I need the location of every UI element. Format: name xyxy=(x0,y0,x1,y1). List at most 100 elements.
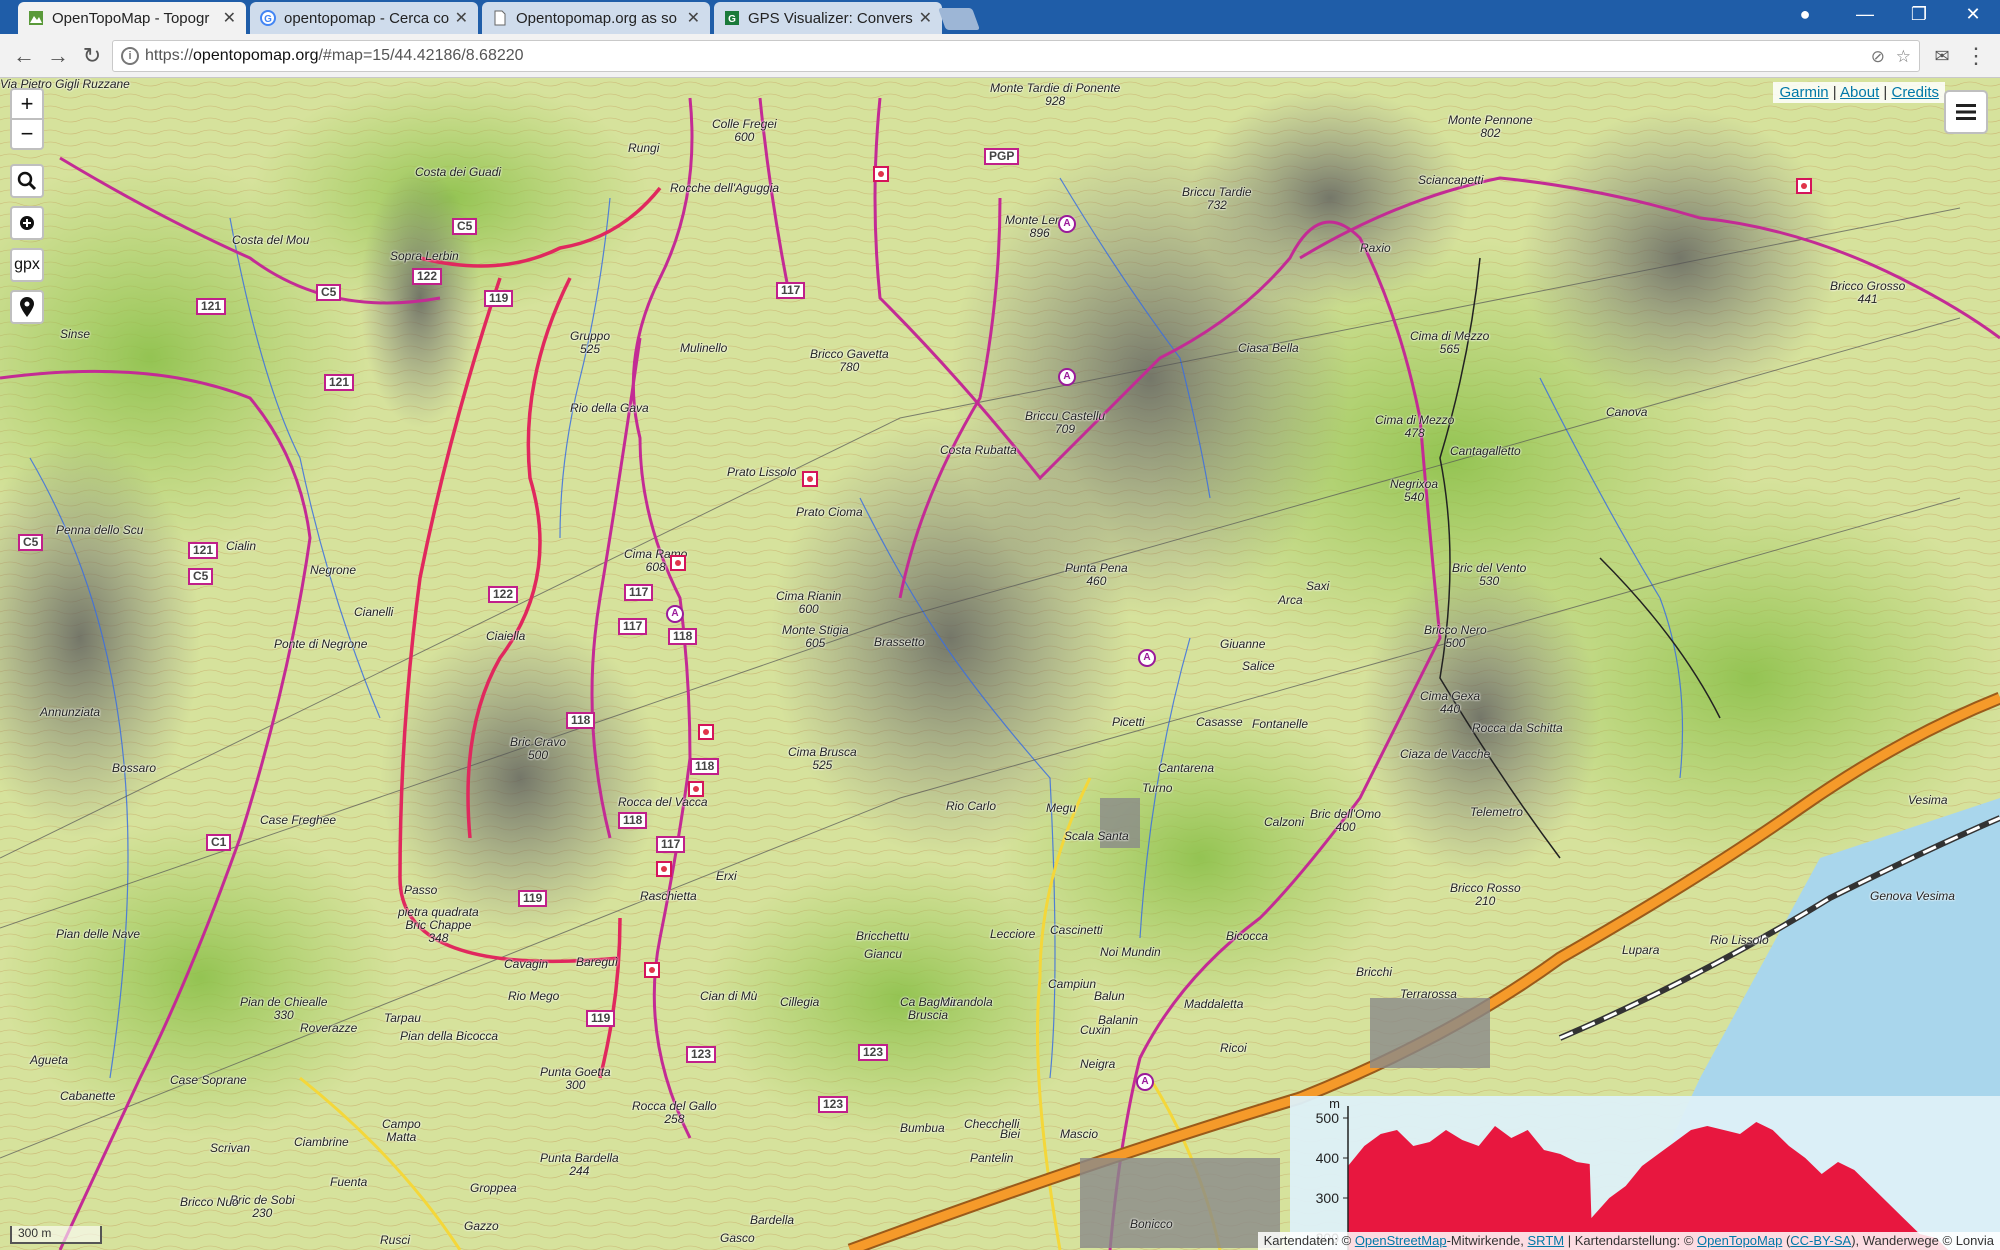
place-label: Scala Santa xyxy=(1064,829,1129,843)
place-label: Bonicco xyxy=(1130,1217,1173,1231)
route-badge[interactable]: C5 xyxy=(452,218,478,235)
svg-text:G: G xyxy=(728,14,736,25)
route-badge[interactable]: 123 xyxy=(686,1046,717,1063)
route-badge[interactable]: PGP xyxy=(984,148,1020,165)
place-label: Sopra Lerbin xyxy=(390,249,459,263)
poi-alpine-hut-marker[interactable]: A xyxy=(1136,1073,1154,1091)
place-label: Pian della Bicocca xyxy=(400,1029,499,1043)
route-badge[interactable]: 118 xyxy=(566,712,596,729)
gpx-button[interactable]: gpx xyxy=(10,248,44,282)
place-label: Prato Cioma xyxy=(796,505,863,519)
zoom-in-button[interactable]: + xyxy=(10,88,44,120)
poi-point-marker[interactable] xyxy=(644,962,660,978)
route-badge[interactable]: 118 xyxy=(690,758,720,775)
profile-icon[interactable]: ● xyxy=(1782,4,1828,25)
route-badge[interactable]: 119 xyxy=(518,890,548,907)
star-icon[interactable]: ☆ xyxy=(1896,47,1911,67)
poi-point-marker[interactable] xyxy=(688,781,704,797)
poi-point-marker[interactable] xyxy=(1796,178,1812,194)
marker-button[interactable] xyxy=(10,290,44,324)
close-icon[interactable]: ✕ xyxy=(687,8,700,28)
route-badge[interactable]: 119 xyxy=(484,290,514,307)
route-badge[interactable]: 117 xyxy=(656,836,686,853)
poi-alpine-hut-marker[interactable]: A xyxy=(1058,215,1076,233)
map-canvas[interactable]: Monte Tardie di Ponente 928 Colle Fregei … xyxy=(0,78,2000,1250)
y-tick-label: 400 xyxy=(1316,1150,1340,1166)
garmin-link[interactable]: Garmin xyxy=(1779,84,1828,101)
route-badge[interactable]: 118 xyxy=(668,628,698,645)
gpsvisualizer-favicon-icon: G xyxy=(725,11,739,25)
elevation-profile-panel[interactable]: 200300400500024681012141618mkm xyxy=(1290,1096,2000,1250)
new-tab-button[interactable] xyxy=(937,8,981,30)
route-badge[interactable]: 117 xyxy=(618,618,648,635)
close-window-icon[interactable]: ✕ xyxy=(1950,4,1996,25)
poi-alpine-hut-marker[interactable]: A xyxy=(666,605,684,623)
place-label: Cian di Mù xyxy=(700,989,758,1003)
place-label: Cantarena xyxy=(1158,761,1215,775)
place-label: Briccu Castellu 709 xyxy=(1025,409,1106,436)
close-icon[interactable]: ✕ xyxy=(455,8,468,28)
route-badge[interactable]: 117 xyxy=(776,282,806,299)
route-badge[interactable]: 121 xyxy=(196,298,227,315)
srtm-link[interactable]: SRTM xyxy=(1528,1233,1565,1248)
place-label: Bric dell'Omo 400 xyxy=(1310,807,1381,834)
opentopomap-link[interactable]: OpenTopoMap xyxy=(1697,1233,1782,1248)
place-label: Mulinello xyxy=(680,341,728,355)
poi-point-marker[interactable] xyxy=(670,555,686,571)
place-label: Colle Fregei 600 xyxy=(712,117,777,144)
mail-extension-icon[interactable]: ✉ xyxy=(1928,42,1956,70)
forward-arrow-icon[interactable]: → xyxy=(44,42,72,70)
place-label: Penna dello Scu xyxy=(56,523,144,537)
openstreetmap-link[interactable]: OpenStreetMap xyxy=(1355,1233,1447,1248)
tab-opentopomap-source[interactable]: Opentopomap.org as so ✕ xyxy=(482,2,710,34)
route-badge[interactable]: 118 xyxy=(618,812,648,829)
search-button[interactable] xyxy=(10,164,44,198)
license-link[interactable]: CC-BY-SA xyxy=(1790,1233,1851,1248)
poi-alpine-hut-marker[interactable]: A xyxy=(1138,649,1156,667)
layers-menu-button[interactable] xyxy=(1944,90,1988,134)
route-badge[interactable]: 121 xyxy=(324,374,355,391)
location-blocked-icon[interactable]: ⊘ xyxy=(1871,47,1885,67)
place-label: Biei xyxy=(1000,1127,1021,1141)
place-label: Agueta xyxy=(30,1053,69,1067)
place-label: Bareguì xyxy=(576,955,619,969)
close-icon[interactable]: ✕ xyxy=(223,8,236,28)
route-badge[interactable]: 122 xyxy=(412,268,443,285)
poi-point-marker[interactable] xyxy=(656,861,672,877)
route-badge[interactable]: C5 xyxy=(18,534,44,551)
route-badge[interactable]: 119 xyxy=(586,1010,616,1027)
tab-gps-visualizer[interactable]: G GPS Visualizer: Conversio ✕ xyxy=(714,2,942,34)
poi-point-marker[interactable] xyxy=(873,166,889,182)
route-badge[interactable]: C5 xyxy=(188,568,214,585)
route-badge[interactable]: 117 xyxy=(624,584,654,601)
poi-point-marker[interactable] xyxy=(698,724,714,740)
locate-button[interactable] xyxy=(10,206,44,240)
address-bar[interactable]: i https://opentopomap.org/#map=15/44.421… xyxy=(112,40,1920,72)
tab-google-search[interactable]: G opentopomap - Cerca co ✕ xyxy=(250,2,478,34)
route-badge[interactable]: 121 xyxy=(188,542,219,559)
minimize-icon[interactable]: — xyxy=(1842,4,1888,25)
back-arrow-icon[interactable]: ← xyxy=(10,42,38,70)
place-label: Prato Lissolo xyxy=(727,465,797,479)
poi-point-marker[interactable] xyxy=(802,471,818,487)
menu-dots-icon[interactable]: ⋮ xyxy=(1962,42,1990,70)
route-badge[interactable]: 123 xyxy=(858,1044,889,1061)
zoom-out-button[interactable]: − xyxy=(10,118,44,150)
route-badge[interactable]: C5 xyxy=(316,284,342,301)
route-badge[interactable]: 122 xyxy=(488,586,519,603)
about-link[interactable]: About xyxy=(1840,84,1879,101)
poi-alpine-hut-marker[interactable]: A xyxy=(1058,368,1076,386)
place-label: Picetti xyxy=(1112,715,1145,729)
place-label: Cialin xyxy=(226,539,257,553)
reload-icon[interactable]: ↻ xyxy=(78,42,106,70)
close-icon[interactable]: ✕ xyxy=(919,8,932,28)
hamburger-menu-icon xyxy=(1956,104,1976,120)
place-label: Rocca del Vacca xyxy=(618,795,708,809)
tab-opentopomap[interactable]: OpenTopoMap - Topogr ✕ xyxy=(18,2,246,34)
maximize-icon[interactable]: ❐ xyxy=(1896,4,1942,25)
route-badge[interactable]: C1 xyxy=(206,834,232,851)
info-icon[interactable]: i xyxy=(121,47,139,65)
route-badge[interactable]: 123 xyxy=(818,1096,849,1113)
credits-link[interactable]: Credits xyxy=(1891,84,1939,101)
crosshair-icon xyxy=(20,216,34,230)
